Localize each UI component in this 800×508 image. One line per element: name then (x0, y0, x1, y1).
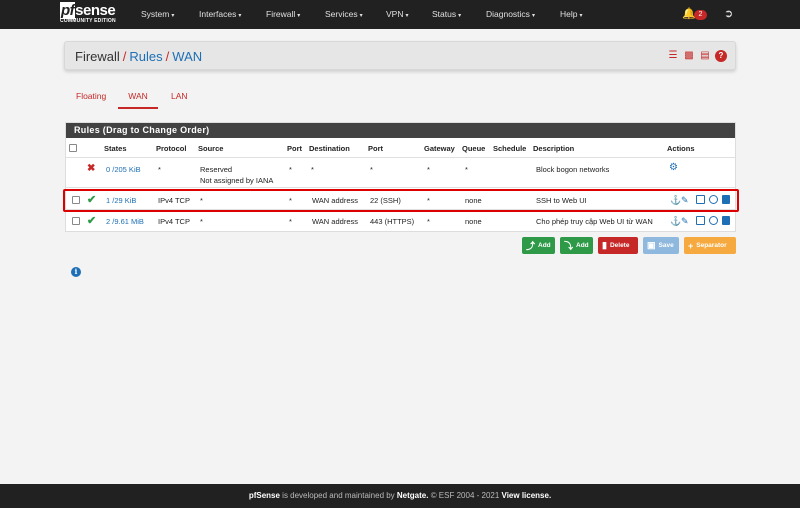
nav-system[interactable]: System ▾ (141, 9, 174, 19)
row-destination: WAN address (312, 217, 358, 226)
tab-floating[interactable]: Floating (76, 86, 106, 109)
logout-icon[interactable]: ➲ (724, 7, 733, 20)
column-header[interactable]: Gateway (424, 144, 455, 153)
chevron-down-icon: ▾ (531, 13, 535, 19)
breadcrumb-wan[interactable]: WAN (172, 49, 202, 64)
column-header[interactable]: Source (198, 144, 223, 153)
panel-title: Rules (Drag to Change Order) (66, 123, 735, 138)
row-protocol: * (158, 165, 161, 174)
column-header[interactable]: Description (533, 144, 574, 153)
breadcrumb-rules[interactable]: Rules (129, 49, 162, 64)
footer-copyright: © ESF 2004 - 2021 (428, 491, 502, 500)
rules-panel: Rules (Drag to Change Order) States Prot… (65, 122, 736, 232)
save-icon: ▣ (647, 240, 656, 250)
chevron-down-icon: ▾ (579, 13, 583, 19)
row-source: Reserved (200, 165, 233, 174)
column-header[interactable]: Destination (309, 144, 350, 153)
delete-button[interactable]: ▮ Delete (598, 237, 638, 254)
sliders-icon[interactable]: ☰ (667, 50, 679, 62)
row-description: Cho phép truy cập Web UI từ WAN (536, 217, 653, 226)
nav-firewall[interactable]: Firewall ▾ (266, 9, 300, 19)
row-destination-port: * (370, 165, 373, 174)
pfsense-logo[interactable]: pfsense COMMUNITY EDITION (60, 2, 128, 27)
breadcrumb: Firewall / Rules / WAN ☰ ▩ ▤ ? (64, 41, 736, 70)
breadcrumb-firewall: Firewall (75, 49, 120, 64)
row-checkbox[interactable] (72, 217, 80, 225)
row-queue: none (465, 217, 482, 226)
check-icon[interactable]: ✔ (87, 214, 96, 227)
trash-icon: ▮ (602, 240, 607, 250)
column-header[interactable]: Schedule (493, 144, 526, 153)
footer: pfSense is developed and maintained by N… (0, 484, 800, 508)
row-source-port: * (289, 217, 292, 226)
row-source-port: * (289, 165, 292, 174)
copy-icon[interactable] (696, 216, 705, 225)
nav-services[interactable]: Services ▾ (325, 9, 363, 19)
footer-company-link[interactable]: Netgate. (397, 491, 429, 500)
edition-label: COMMUNITY EDITION (60, 18, 116, 24)
row-states[interactable]: 0 /205 KiB (106, 165, 141, 174)
nav-help[interactable]: Help ▾ (560, 9, 583, 19)
help-icon[interactable]: ? (715, 50, 727, 62)
add-top-button[interactable]: ⤴ Add (522, 237, 555, 254)
row-queue: * (465, 165, 468, 174)
view-license-link[interactable]: View license. (502, 491, 552, 500)
row-source-note: Not assigned by IANA (200, 176, 274, 185)
chevron-down-icon: ▾ (297, 13, 301, 19)
tab-lan[interactable]: LAN (171, 86, 188, 109)
info-icon[interactable]: i (71, 267, 81, 277)
save-button[interactable]: ▣ Save (643, 237, 679, 254)
tab-wan[interactable]: WAN (118, 86, 158, 109)
bar-chart-icon[interactable]: ▩ (683, 50, 695, 62)
column-header[interactable]: Queue (462, 144, 485, 153)
disable-icon[interactable] (709, 216, 718, 225)
row-divider (66, 187, 735, 188)
chevron-down-icon: ▾ (171, 13, 175, 19)
gear-icon[interactable]: ⚙ (669, 162, 678, 173)
chevron-down-icon: ▾ (405, 13, 409, 19)
row-destination-port: 443 (HTTPS) (370, 217, 415, 226)
column-header[interactable]: Port (287, 144, 302, 153)
chevron-down-icon: ▾ (458, 13, 462, 19)
block-x-icon[interactable]: ✖ (87, 163, 95, 174)
row-gateway: * (427, 217, 430, 226)
column-header[interactable]: Protocol (156, 144, 186, 153)
column-header[interactable]: Port (368, 144, 383, 153)
plus-icon: + (688, 240, 694, 251)
list-icon[interactable]: ▤ (699, 50, 711, 62)
footer-brand: pfSense (248, 491, 280, 500)
column-header[interactable]: States (104, 144, 127, 153)
chevron-down-icon: ▾ (359, 13, 363, 19)
top-navbar: pfsense COMMUNITY EDITION System ▾ Interf… (0, 0, 800, 29)
add-bottom-button[interactable]: ⤵ Add (560, 237, 593, 254)
chevron-down-icon: ▾ (238, 13, 242, 19)
select-all-checkbox[interactable] (69, 144, 77, 152)
nav-status[interactable]: Status ▾ (432, 9, 461, 19)
row-divider (66, 157, 735, 158)
logo-prefix: pf (60, 2, 76, 19)
trash-icon[interactable] (722, 216, 730, 225)
pencil-icon[interactable]: ✎ (681, 216, 689, 226)
row-states[interactable]: 2 /9.61 MiB (106, 217, 144, 226)
row-source: * (200, 217, 203, 226)
nav-interfaces[interactable]: Interfaces ▾ (199, 9, 241, 19)
row-description: Block bogon networks (536, 165, 610, 174)
breadcrumb-separator: / (122, 49, 127, 64)
logo-suffix: sense (75, 2, 116, 19)
nav-diagnostics[interactable]: Diagnostics ▾ (486, 9, 535, 19)
interface-tabs: Floating WAN LAN (66, 86, 736, 109)
arrow-up-icon: ⤴ (526, 241, 536, 251)
notification-badge[interactable]: 2 (694, 10, 707, 20)
footer-text: is developed and maintained by (279, 491, 397, 500)
row-gateway: * (427, 165, 430, 174)
breadcrumb-separator: / (165, 49, 170, 64)
row-protocol: IPv4 TCP (158, 217, 190, 226)
highlight-frame (63, 189, 739, 212)
anchor-icon[interactable]: ⚓ (670, 216, 681, 226)
add-separator-button[interactable]: + Separator (684, 237, 736, 254)
arrow-down-icon: ⤵ (564, 241, 574, 251)
column-header: Actions (667, 144, 695, 153)
row-destination: * (311, 165, 314, 174)
nav-vpn[interactable]: VPN ▾ (386, 9, 409, 19)
